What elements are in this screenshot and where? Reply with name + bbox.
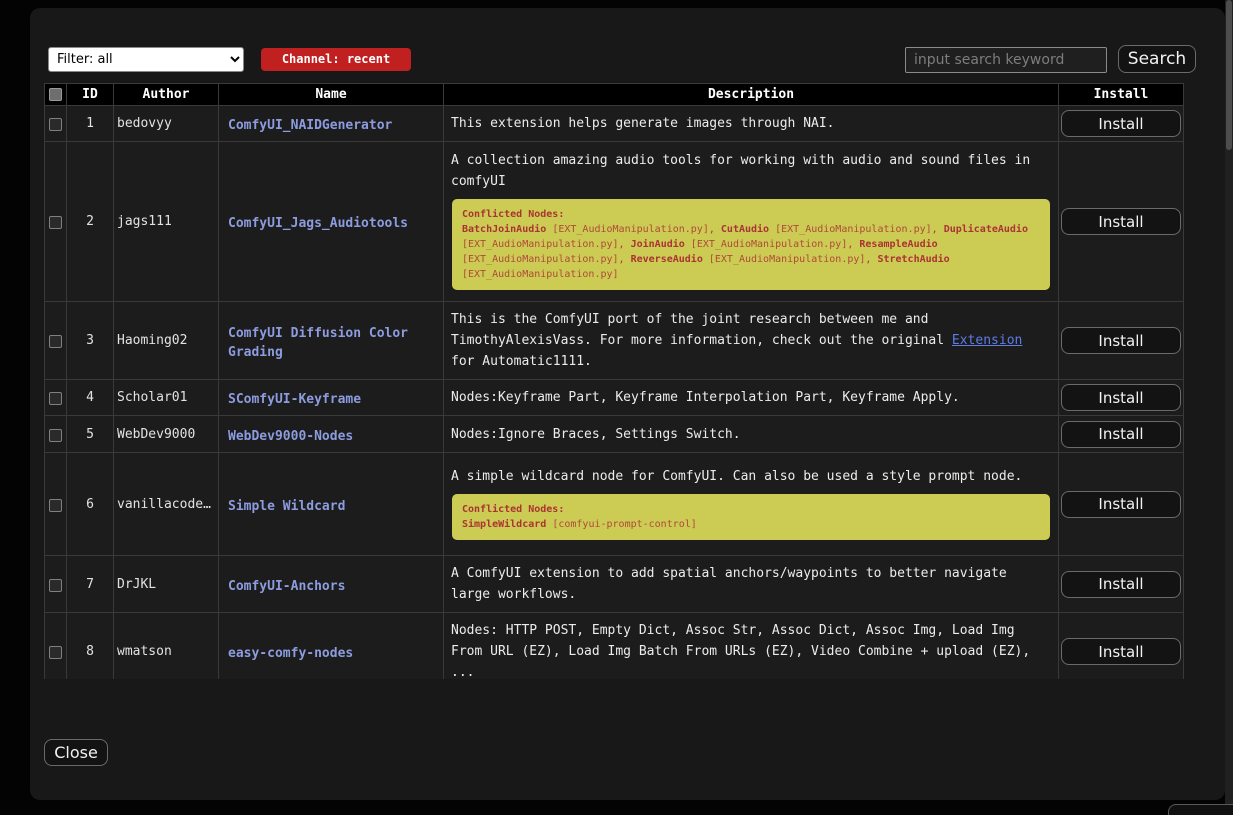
- install-button[interactable]: Install: [1061, 638, 1181, 665]
- install-button[interactable]: Install: [1061, 421, 1181, 448]
- row-select-checkbox[interactable]: [49, 646, 62, 659]
- table-row: 4Scholar01 SComfyUI-Keyframe Nodes:Keyfram…: [45, 380, 1184, 416]
- table-row: 2jags111 ComfyUI_Jags_Audiotools A collect…: [45, 142, 1184, 302]
- page-scrollbar[interactable]: [1225, 0, 1233, 815]
- custom-nodes-table: ID Author Name Description Install 1bedo…: [44, 83, 1184, 679]
- row-select-checkbox[interactable]: [49, 579, 62, 592]
- install-button[interactable]: Install: [1061, 384, 1181, 411]
- row-select-checkbox[interactable]: [49, 429, 62, 442]
- node-name-link[interactable]: SComfyUI-Keyframe: [228, 392, 361, 407]
- row-select-checkbox[interactable]: [49, 392, 62, 405]
- row-author: DrJKL: [117, 577, 215, 592]
- conflicted-nodes-box: Conflicted Nodes:SimpleWildcard [comfyui…: [452, 494, 1050, 540]
- table-body: 1bedovyy ComfyUI_NAIDGenerator This extens…: [45, 106, 1184, 680]
- row-description: Nodes: HTTP POST, Empty Dict, Assoc Str,…: [451, 620, 1051, 679]
- table-row: 5WebDev9000 WebDev9000-Nodes Nodes:Ignore …: [45, 416, 1184, 453]
- search-button[interactable]: Search: [1118, 45, 1196, 73]
- search-input[interactable]: [905, 47, 1107, 73]
- install-button[interactable]: Install: [1061, 327, 1181, 354]
- node-name-link[interactable]: ComfyUI_NAIDGenerator: [228, 118, 392, 133]
- table-row: 8wmatson easy-comfy-nodes Nodes: HTTP POST…: [45, 613, 1184, 680]
- header-select-cell: [45, 84, 67, 106]
- row-id: 7: [67, 556, 114, 613]
- row-description: This is the ComfyUI port of the joint re…: [451, 309, 1051, 372]
- page-scrollbar-thumb[interactable]: [1226, 0, 1232, 150]
- row-select-checkbox[interactable]: [49, 216, 62, 229]
- table-row: 1bedovyy ComfyUI_NAIDGenerator This extens…: [45, 106, 1184, 142]
- install-button[interactable]: Install: [1061, 571, 1181, 598]
- conflicted-nodes-box: Conflicted Nodes:BatchJoinAudio [EXT_Aud…: [452, 199, 1050, 290]
- node-name-link[interactable]: Simple Wildcard: [228, 499, 345, 514]
- header-install: Install: [1059, 84, 1184, 106]
- node-name-link[interactable]: ComfyUI Diffusion Color Grading: [228, 326, 408, 360]
- description-link[interactable]: Extension: [952, 333, 1022, 348]
- row-description: Nodes:Keyframe Part, Keyframe Interpolat…: [451, 387, 1051, 408]
- row-id: 8: [67, 613, 114, 680]
- conflicted-nodes-list: SimpleWildcard [comfyui-prompt-control]: [462, 517, 1040, 532]
- channel-badge: Channel: recent: [261, 48, 411, 71]
- row-description: Nodes:Ignore Braces, Settings Switch.: [451, 424, 1051, 445]
- row-description: A ComfyUI extension to add spatial ancho…: [451, 563, 1051, 605]
- row-id: 2: [67, 142, 114, 302]
- node-name-link[interactable]: ComfyUI-Anchors: [228, 579, 345, 594]
- nodes-table-scroll-area[interactable]: ID Author Name Description Install 1bedo…: [44, 83, 1197, 679]
- install-button[interactable]: Install: [1061, 110, 1181, 137]
- row-author: WebDev9000: [117, 427, 215, 442]
- row-select-checkbox[interactable]: [49, 118, 62, 131]
- row-author: bedovyy: [117, 116, 215, 131]
- header-name: Name: [219, 84, 444, 106]
- row-author: Haoming02: [117, 333, 215, 348]
- table-header-row: ID Author Name Description Install: [45, 84, 1184, 106]
- node-name-link[interactable]: ComfyUI_Jags_Audiotools: [228, 216, 408, 231]
- table-row: 6vanillacode314 Simple Wildcard A simple w…: [45, 453, 1184, 556]
- install-button[interactable]: Install: [1061, 208, 1181, 235]
- background-panel-corner: [1168, 804, 1233, 815]
- header-description: Description: [444, 84, 1059, 106]
- node-name-link[interactable]: easy-comfy-nodes: [228, 646, 353, 661]
- table-row: 3Haoming02 ComfyUI Diffusion Color Gradin…: [45, 302, 1184, 380]
- row-description: This extension helps generate images thr…: [451, 113, 1051, 134]
- conflicted-nodes-list: BatchJoinAudio [EXT_AudioManipulation.py…: [462, 222, 1040, 282]
- row-select-checkbox[interactable]: [49, 499, 62, 512]
- select-all-checkbox[interactable]: [49, 88, 62, 101]
- row-id: 4: [67, 380, 114, 416]
- row-id: 3: [67, 302, 114, 380]
- row-select-checkbox[interactable]: [49, 335, 62, 348]
- table-row: 7DrJKL ComfyUI-Anchors A ComfyUI extension…: [45, 556, 1184, 613]
- row-description: A simple wildcard node for ComfyUI. Can …: [451, 466, 1051, 487]
- conflicted-nodes-title: Conflicted Nodes:: [462, 502, 1040, 517]
- row-id: 1: [67, 106, 114, 142]
- row-author: Scholar01: [117, 390, 215, 405]
- close-button[interactable]: Close: [44, 739, 108, 766]
- row-id: 6: [67, 453, 114, 556]
- conflicted-nodes-title: Conflicted Nodes:: [462, 207, 1040, 222]
- row-description: A collection amazing audio tools for wor…: [451, 150, 1051, 192]
- header-id: ID: [67, 84, 114, 106]
- row-author: vanillacode314: [117, 497, 215, 512]
- filter-select[interactable]: Filter: all: [48, 47, 244, 72]
- row-author: jags111: [117, 214, 215, 229]
- node-name-link[interactable]: WebDev9000-Nodes: [228, 429, 353, 444]
- install-button[interactable]: Install: [1061, 491, 1181, 518]
- row-id: 5: [67, 416, 114, 453]
- row-author: wmatson: [117, 644, 215, 659]
- header-author: Author: [114, 84, 219, 106]
- custom-nodes-manager-dialog: Filter: all Channel: recent Search ID Au…: [30, 8, 1225, 800]
